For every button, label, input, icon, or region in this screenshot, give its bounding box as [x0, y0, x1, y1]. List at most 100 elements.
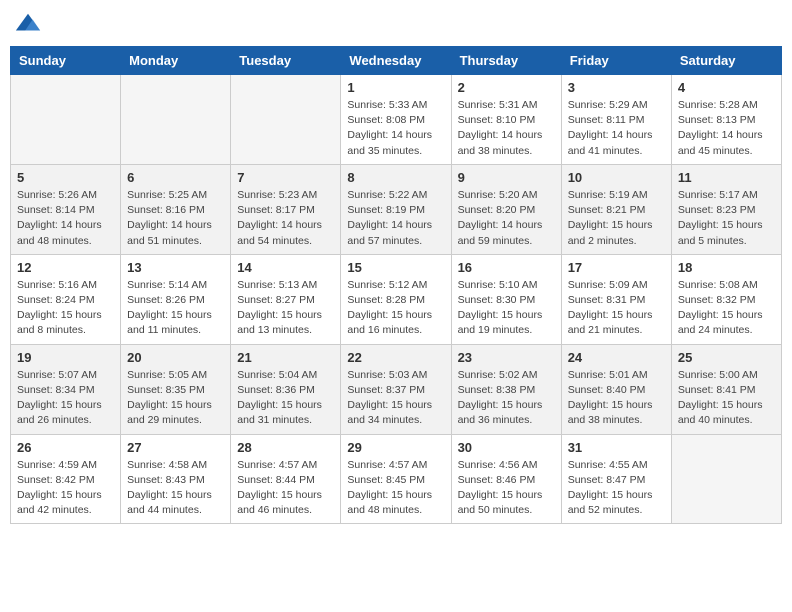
calendar-cell: 23 Sunrise: 5:02 AM Sunset: 8:38 PM Dayli…	[451, 344, 561, 434]
day-info: Sunrise: 5:31 AM Sunset: 8:10 PM Dayligh…	[458, 98, 555, 159]
day-number: 3	[568, 80, 665, 95]
calendar-cell: 4 Sunrise: 5:28 AM Sunset: 8:13 PM Daylig…	[671, 75, 781, 165]
day-number: 18	[678, 260, 775, 275]
calendar-cell	[671, 434, 781, 524]
day-info: Sunrise: 5:14 AM Sunset: 8:26 PM Dayligh…	[127, 278, 224, 339]
day-number: 9	[458, 170, 555, 185]
day-info: Sunrise: 5:25 AM Sunset: 8:16 PM Dayligh…	[127, 188, 224, 249]
day-number: 8	[347, 170, 444, 185]
day-info: Sunrise: 4:57 AM Sunset: 8:45 PM Dayligh…	[347, 458, 444, 519]
day-info: Sunrise: 5:03 AM Sunset: 8:37 PM Dayligh…	[347, 368, 444, 429]
day-number: 26	[17, 440, 114, 455]
day-number: 16	[458, 260, 555, 275]
day-number: 7	[237, 170, 334, 185]
day-number: 12	[17, 260, 114, 275]
day-number: 6	[127, 170, 224, 185]
calendar-cell: 5Sunrise: 5:26 AM Sunset: 8:14 PM Daylig…	[11, 164, 121, 254]
day-number: 20	[127, 350, 224, 365]
day-number: 11	[678, 170, 775, 185]
day-number: 21	[237, 350, 334, 365]
weekday-header-sunday: Sunday	[11, 47, 121, 75]
day-number: 4	[678, 80, 775, 95]
day-number: 30	[458, 440, 555, 455]
calendar-cell: 9Sunrise: 5:20 AM Sunset: 8:20 PM Daylig…	[451, 164, 561, 254]
weekday-header-friday: Friday	[561, 47, 671, 75]
day-info: Sunrise: 5:10 AM Sunset: 8:30 PM Dayligh…	[458, 278, 555, 339]
calendar-cell: 26 Sunrise: 4:59 AM Sunset: 8:42 PM Dayli…	[11, 434, 121, 524]
day-info: Sunrise: 5:22 AM Sunset: 8:19 PM Dayligh…	[347, 188, 444, 249]
day-info: Sunrise: 5:01 AM Sunset: 8:40 PM Dayligh…	[568, 368, 665, 429]
calendar-cell	[231, 75, 341, 165]
day-info: Sunrise: 5:28 AM Sunset: 8:13 PM Dayligh…	[678, 98, 775, 159]
day-info: Sunrise: 4:59 AM Sunset: 8:42 PM Dayligh…	[17, 458, 114, 519]
day-number: 27	[127, 440, 224, 455]
calendar-cell: 22Sunrise: 5:03 AM Sunset: 8:37 PM Dayli…	[341, 344, 451, 434]
calendar-cell: 8 Sunrise: 5:22 AM Sunset: 8:19 PM Daylig…	[341, 164, 451, 254]
day-info: Sunrise: 5:19 AM Sunset: 8:21 PM Dayligh…	[568, 188, 665, 249]
calendar-cell	[121, 75, 231, 165]
calendar-cell: 1Sunrise: 5:33 AM Sunset: 8:08 PM Daylig…	[341, 75, 451, 165]
day-number: 10	[568, 170, 665, 185]
day-info: Sunrise: 4:57 AM Sunset: 8:44 PM Dayligh…	[237, 458, 334, 519]
calendar-cell: 10 Sunrise: 5:19 AM Sunset: 8:21 PM Dayli…	[561, 164, 671, 254]
day-info: Sunrise: 5:12 AM Sunset: 8:28 PM Dayligh…	[347, 278, 444, 339]
day-number: 15	[347, 260, 444, 275]
calendar-cell: 7Sunrise: 5:23 AM Sunset: 8:17 PM Daylig…	[231, 164, 341, 254]
calendar-week-row: 19 Sunrise: 5:07 AM Sunset: 8:34 PM Dayli…	[11, 344, 782, 434]
calendar-cell: 24 Sunrise: 5:01 AM Sunset: 8:40 PM Dayli…	[561, 344, 671, 434]
weekday-header-row: SundayMondayTuesdayWednesdayThursdayFrid…	[11, 47, 782, 75]
day-info: Sunrise: 5:04 AM Sunset: 8:36 PM Dayligh…	[237, 368, 334, 429]
weekday-header-saturday: Saturday	[671, 47, 781, 75]
calendar-cell: 25 Sunrise: 5:00 AM Sunset: 8:41 PM Dayli…	[671, 344, 781, 434]
calendar-cell: 13 Sunrise: 5:14 AM Sunset: 8:26 PM Dayli…	[121, 254, 231, 344]
day-info: Sunrise: 4:56 AM Sunset: 8:46 PM Dayligh…	[458, 458, 555, 519]
calendar-cell: 19 Sunrise: 5:07 AM Sunset: 8:34 PM Dayli…	[11, 344, 121, 434]
calendar-header: SundayMondayTuesdayWednesdayThursdayFrid…	[11, 47, 782, 75]
weekday-header-tuesday: Tuesday	[231, 47, 341, 75]
day-number: 13	[127, 260, 224, 275]
day-info: Sunrise: 5:00 AM Sunset: 8:41 PM Dayligh…	[678, 368, 775, 429]
weekday-header-monday: Monday	[121, 47, 231, 75]
calendar-cell: 6 Sunrise: 5:25 AM Sunset: 8:16 PM Daylig…	[121, 164, 231, 254]
calendar-week-row: 1Sunrise: 5:33 AM Sunset: 8:08 PM Daylig…	[11, 75, 782, 165]
calendar-cell: 11 Sunrise: 5:17 AM Sunset: 8:23 PM Dayli…	[671, 164, 781, 254]
calendar-cell	[11, 75, 121, 165]
calendar-cell: 29Sunrise: 4:57 AM Sunset: 8:45 PM Dayli…	[341, 434, 451, 524]
day-info: Sunrise: 5:09 AM Sunset: 8:31 PM Dayligh…	[568, 278, 665, 339]
calendar-cell: 20 Sunrise: 5:05 AM Sunset: 8:35 PM Dayli…	[121, 344, 231, 434]
day-number: 24	[568, 350, 665, 365]
calendar-cell: 12 Sunrise: 5:16 AM Sunset: 8:24 PM Dayli…	[11, 254, 121, 344]
calendar-cell: 27Sunrise: 4:58 AM Sunset: 8:43 PM Dayli…	[121, 434, 231, 524]
logo	[14, 10, 46, 38]
calendar-week-row: 5Sunrise: 5:26 AM Sunset: 8:14 PM Daylig…	[11, 164, 782, 254]
day-info: Sunrise: 5:02 AM Sunset: 8:38 PM Dayligh…	[458, 368, 555, 429]
calendar-body: 1Sunrise: 5:33 AM Sunset: 8:08 PM Daylig…	[11, 75, 782, 524]
logo-icon	[14, 10, 42, 38]
calendar-cell: 2Sunrise: 5:31 AM Sunset: 8:10 PM Daylig…	[451, 75, 561, 165]
day-info: Sunrise: 5:08 AM Sunset: 8:32 PM Dayligh…	[678, 278, 775, 339]
day-info: Sunrise: 5:26 AM Sunset: 8:14 PM Dayligh…	[17, 188, 114, 249]
calendar-cell: 30 Sunrise: 4:56 AM Sunset: 8:46 PM Dayli…	[451, 434, 561, 524]
calendar-cell: 18 Sunrise: 5:08 AM Sunset: 8:32 PM Dayli…	[671, 254, 781, 344]
calendar-cell: 31Sunrise: 4:55 AM Sunset: 8:47 PM Dayli…	[561, 434, 671, 524]
day-info: Sunrise: 5:05 AM Sunset: 8:35 PM Dayligh…	[127, 368, 224, 429]
calendar-cell: 16 Sunrise: 5:10 AM Sunset: 8:30 PM Dayli…	[451, 254, 561, 344]
day-info: Sunrise: 5:07 AM Sunset: 8:34 PM Dayligh…	[17, 368, 114, 429]
day-info: Sunrise: 5:13 AM Sunset: 8:27 PM Dayligh…	[237, 278, 334, 339]
day-info: Sunrise: 5:17 AM Sunset: 8:23 PM Dayligh…	[678, 188, 775, 249]
day-number: 1	[347, 80, 444, 95]
day-number: 28	[237, 440, 334, 455]
page-header	[10, 10, 782, 38]
calendar-table: SundayMondayTuesdayWednesdayThursdayFrid…	[10, 46, 782, 524]
calendar-week-row: 12 Sunrise: 5:16 AM Sunset: 8:24 PM Dayli…	[11, 254, 782, 344]
day-number: 23	[458, 350, 555, 365]
day-number: 17	[568, 260, 665, 275]
calendar-cell: 21 Sunrise: 5:04 AM Sunset: 8:36 PM Dayli…	[231, 344, 341, 434]
calendar-cell: 14Sunrise: 5:13 AM Sunset: 8:27 PM Dayli…	[231, 254, 341, 344]
day-number: 19	[17, 350, 114, 365]
calendar-cell: 15 Sunrise: 5:12 AM Sunset: 8:28 PM Dayli…	[341, 254, 451, 344]
day-number: 25	[678, 350, 775, 365]
day-info: Sunrise: 5:16 AM Sunset: 8:24 PM Dayligh…	[17, 278, 114, 339]
day-info: Sunrise: 5:29 AM Sunset: 8:11 PM Dayligh…	[568, 98, 665, 159]
day-info: Sunrise: 4:55 AM Sunset: 8:47 PM Dayligh…	[568, 458, 665, 519]
